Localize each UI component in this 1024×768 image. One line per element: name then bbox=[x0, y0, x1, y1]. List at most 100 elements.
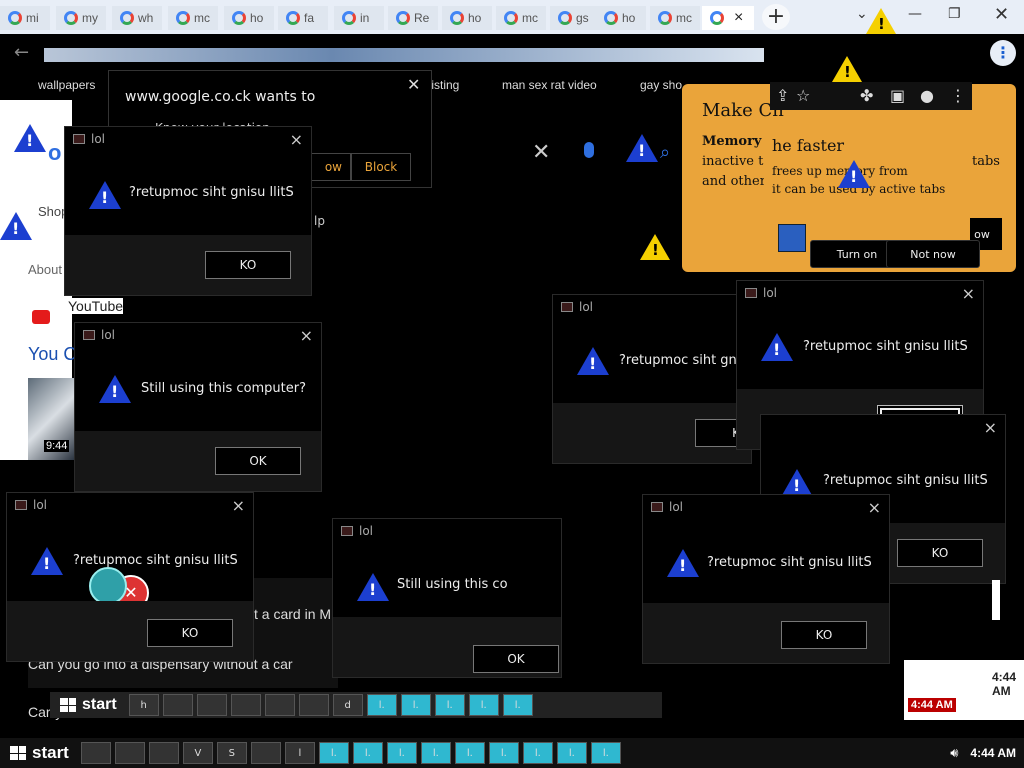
start-button[interactable]: start bbox=[50, 692, 127, 718]
youtube-label[interactable]: YouTube bbox=[68, 298, 124, 314]
tab-6[interactable]: fa bbox=[278, 6, 328, 30]
taskbar-item[interactable]: l. bbox=[488, 742, 519, 764]
taskbar-item[interactable] bbox=[264, 694, 295, 716]
taskbar-item[interactable]: l. bbox=[318, 742, 349, 764]
close-icon[interactable]: × bbox=[984, 418, 997, 437]
video-title[interactable]: You C bbox=[28, 344, 76, 365]
menu-kebab-icon[interactable]: ⋮ bbox=[990, 40, 1016, 66]
bookmark-2[interactable]: fisting bbox=[428, 78, 459, 92]
mic-icon[interactable] bbox=[584, 142, 594, 158]
taskbar-item[interactable]: l. bbox=[468, 694, 499, 716]
extensions-icon[interactable]: ✤ bbox=[860, 86, 873, 105]
google-icon bbox=[64, 11, 78, 25]
taskbar-item[interactable]: l. bbox=[590, 742, 621, 764]
taskbar-item[interactable] bbox=[250, 742, 281, 764]
ok-button[interactable]: KO bbox=[205, 251, 291, 279]
ok-button[interactable]: KO bbox=[147, 619, 233, 647]
tab-12[interactable]: ho bbox=[596, 6, 646, 30]
scrollbar[interactable] bbox=[992, 580, 1000, 620]
taskbar-item[interactable]: l. bbox=[366, 694, 397, 716]
taskbar-item[interactable] bbox=[80, 742, 111, 764]
taskbar-item[interactable]: l. bbox=[400, 694, 431, 716]
taskbar-item[interactable]: l. bbox=[420, 742, 451, 764]
taskbar-item[interactable]: l. bbox=[434, 694, 465, 716]
tab-1[interactable]: mi bbox=[0, 6, 50, 30]
tab-active[interactable]: × bbox=[702, 6, 754, 30]
close-window-icon[interactable]: ✕ bbox=[994, 4, 1009, 25]
close-icon[interactable]: × bbox=[962, 284, 975, 303]
chevron-down-icon[interactable]: ⌄ bbox=[856, 6, 868, 22]
search-icon[interactable]: ⌕ bbox=[660, 142, 670, 163]
taskbar-item[interactable]: V bbox=[182, 742, 213, 764]
bookmark-wallpapers[interactable]: wallpapers bbox=[38, 78, 95, 92]
app-icon bbox=[73, 134, 85, 144]
google-icon bbox=[8, 11, 22, 25]
speaker-icon[interactable]: 🔊︎ bbox=[950, 746, 958, 761]
tab-2[interactable]: my bbox=[56, 6, 106, 30]
permission-close-icon[interactable]: ✕ bbox=[407, 75, 420, 94]
promo-tabs-suffix: tabs bbox=[972, 154, 1000, 169]
dialog-message: ?retupmoc siht gnisu llitS bbox=[803, 339, 968, 354]
question-1[interactable]: t a card in M bbox=[254, 606, 331, 622]
tab-9[interactable]: ho bbox=[442, 6, 492, 30]
minimize-icon[interactable]: — bbox=[908, 6, 922, 22]
dialog-message: Still using this co bbox=[397, 577, 508, 592]
promo-app-icon bbox=[778, 224, 806, 252]
tab-7[interactable]: in bbox=[334, 6, 384, 30]
close-icon[interactable]: × bbox=[232, 496, 245, 515]
promo-chrome-toolbar: ⇪ ☆ ✤ ▣ ● ⋮ bbox=[770, 82, 972, 110]
ok-button[interactable]: KO bbox=[897, 539, 983, 567]
taskbar-item[interactable]: l. bbox=[502, 694, 533, 716]
star-icon[interactable]: ☆ bbox=[796, 86, 810, 105]
tab-5[interactable]: ho bbox=[224, 6, 274, 30]
taskbar-item[interactable] bbox=[230, 694, 261, 716]
taskbar-item[interactable] bbox=[196, 694, 227, 716]
taskbar-item[interactable]: l. bbox=[522, 742, 553, 764]
app-icon bbox=[651, 502, 663, 512]
profile-icon[interactable]: ● bbox=[920, 86, 934, 105]
taskbar-item[interactable] bbox=[162, 694, 193, 716]
taskbar-item[interactable]: S bbox=[216, 742, 247, 764]
tab-8[interactable]: Re bbox=[388, 6, 438, 30]
close-tab-icon[interactable]: × bbox=[734, 9, 743, 27]
tab-13[interactable]: mc bbox=[650, 6, 700, 30]
bookmark-3[interactable]: man sex rat video bbox=[502, 78, 597, 92]
back-icon[interactable]: ← bbox=[14, 42, 29, 63]
tab-4[interactable]: mc bbox=[168, 6, 218, 30]
taskbar-item[interactable]: l. bbox=[386, 742, 417, 764]
bookmark-4[interactable]: gay sho bbox=[640, 78, 682, 92]
taskbar-item[interactable] bbox=[114, 742, 145, 764]
warning-icon bbox=[89, 181, 121, 209]
share-icon[interactable]: ⇪ bbox=[776, 86, 789, 105]
tab-10[interactable]: mc bbox=[496, 6, 546, 30]
close-icon[interactable]: × bbox=[290, 130, 303, 149]
start-button[interactable]: start bbox=[0, 738, 79, 768]
tab-3[interactable]: wh bbox=[112, 6, 162, 30]
dialog-message: ?retupmoc siht gnisu llitS bbox=[823, 473, 988, 488]
taskbar-item[interactable]: l. bbox=[556, 742, 587, 764]
close-icon[interactable]: × bbox=[868, 498, 881, 517]
about-link[interactable]: About bbox=[28, 262, 62, 277]
ok-button[interactable]: OK bbox=[473, 645, 559, 673]
taskbar-item[interactable]: l. bbox=[352, 742, 383, 764]
maximize-icon[interactable]: ❐ bbox=[948, 6, 961, 22]
ok-button[interactable]: OK bbox=[215, 447, 301, 475]
search-clear-icon[interactable]: ✕ bbox=[532, 140, 550, 165]
taskbar-item[interactable] bbox=[148, 742, 179, 764]
new-tab-button[interactable]: + bbox=[762, 4, 790, 30]
dialog-lol: lol× ?retupmoc siht gnisu llitS ✕ KO bbox=[6, 492, 254, 662]
not-now-button[interactable]: Not now bbox=[886, 240, 980, 268]
taskbar-item[interactable]: l bbox=[284, 742, 315, 764]
menu-kebab-icon[interactable]: ⋮ bbox=[950, 86, 966, 105]
tab-11[interactable]: gs bbox=[550, 6, 600, 30]
taskbar-item[interactable] bbox=[298, 694, 329, 716]
ok-button[interactable]: KO bbox=[781, 621, 867, 649]
taskbar-item[interactable]: d bbox=[332, 694, 363, 716]
address-bar[interactable] bbox=[44, 48, 764, 62]
taskbar-item[interactable]: h bbox=[128, 694, 159, 716]
close-icon[interactable]: × bbox=[300, 326, 313, 345]
sidepanel-icon[interactable]: ▣ bbox=[890, 86, 905, 105]
taskbar-item[interactable]: l. bbox=[454, 742, 485, 764]
google-icon bbox=[504, 11, 518, 25]
block-button[interactable]: Block bbox=[351, 153, 411, 181]
